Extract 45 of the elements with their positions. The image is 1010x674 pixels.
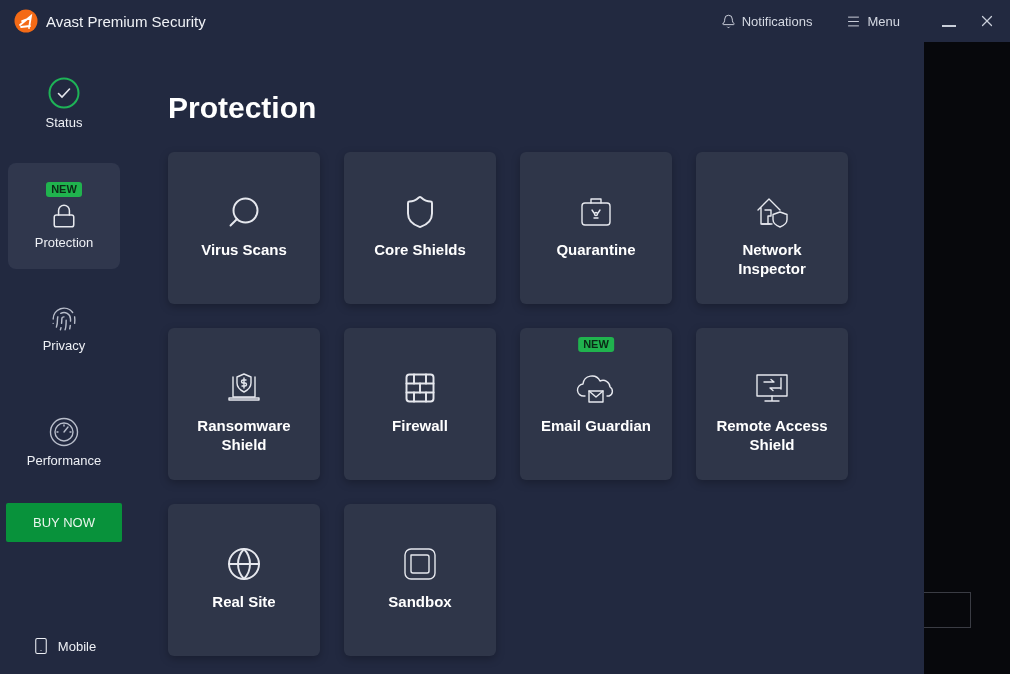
sidebar-item-label: Status [45,114,83,130]
sidebar-item[interactable]: Performance [8,389,120,495]
feature-tile[interactable]: Remote Access Shield [696,328,848,480]
mobile-button[interactable]: Mobile [25,636,103,656]
tile-label: Real Site [211,592,277,611]
tile-label: Remote Access Shield [715,416,829,454]
sidebar-item-label: Protection [34,235,94,250]
tile-label: Sandbox [387,592,453,611]
feature-tile[interactable]: Quarantine [520,152,672,304]
new-badge: NEW [46,182,82,197]
window-title: Avast Premium Security [46,12,206,30]
feature-tile[interactable]: NEW Email Guardian [520,328,672,480]
tile-label: Ransomware Shield [196,416,292,454]
notifications-button[interactable]: Notifications [716,11,817,31]
feature-tile[interactable]: Core Shields [344,152,496,304]
tile-label: Email Guardian [539,416,652,435]
tile-label: Quarantine [555,240,637,259]
feature-tile[interactable]: Ransomware Shield [168,328,320,480]
padlock-icon [51,203,77,229]
page-title: Protection [168,90,318,126]
feature-tile[interactable]: Real Site [168,504,320,656]
menu-icon [846,13,862,29]
menu-button[interactable]: Menu [842,11,904,31]
sidebar-item[interactable]: NEW Protection [8,163,120,269]
new-badge: NEW [578,337,614,352]
tile-label: Firewall [391,416,449,435]
app-logo-icon [14,9,38,33]
tile-label: Virus Scans [200,240,288,259]
feature-tile[interactable]: Firewall [344,328,496,480]
sidebar-item-label: Privacy [42,337,86,353]
feature-tile[interactable]: Network Inspector [696,152,848,304]
fingerprint-icon [51,305,77,332]
feature-tile[interactable]: Sandbox [344,504,496,656]
bell-icon [720,13,736,29]
sidebar-item[interactable]: Status [8,50,120,156]
sidebar-item-label: Performance [26,452,102,468]
globe-icon [226,546,262,582]
check-circle-icon [48,76,80,109]
tile-label: Network Inspector [737,240,807,278]
nested-square-icon [402,546,438,582]
feature-tile[interactable]: Virus Scans [168,152,320,304]
tile-label: Core Shields [373,240,467,259]
speedometer-icon [49,416,79,447]
buy-now-button[interactable]: BUY NOW [6,503,122,542]
sidebar-item[interactable]: Privacy [8,276,120,382]
